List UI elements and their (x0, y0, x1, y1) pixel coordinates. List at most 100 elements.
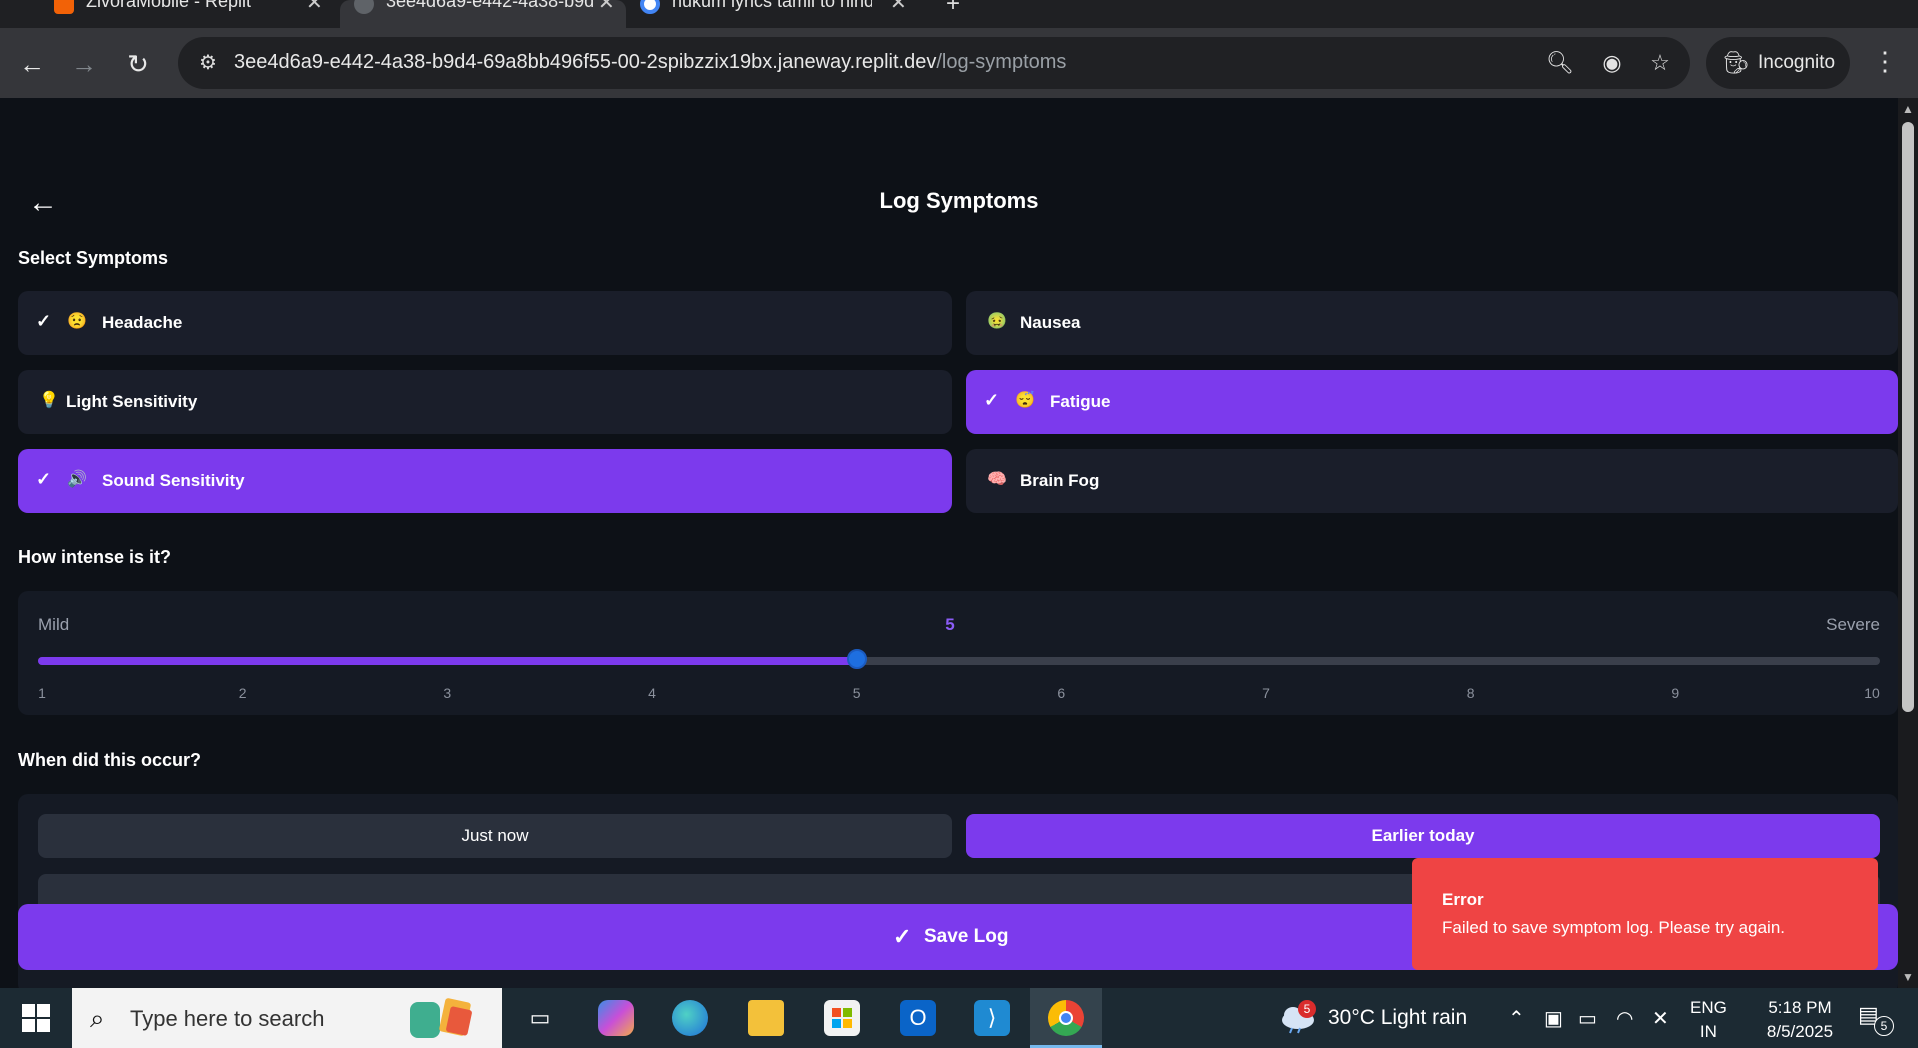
symptom-chip-nausea[interactable]: 🤢 Nausea (966, 291, 1898, 355)
clock[interactable]: 5:18 PM 8/5/2025 (1750, 996, 1850, 1044)
chrome-taskbar-button[interactable] (1030, 988, 1102, 1048)
error-toast[interactable]: Error Failed to save symptom log. Please… (1412, 858, 1878, 970)
time-option-earlier-today[interactable]: Earlier today (966, 814, 1880, 858)
page-content: ← Log Symptoms Select Symptoms ✓ 😟 Heada… (0, 98, 1898, 988)
tab-close-icon[interactable]: ✕ (306, 0, 323, 15)
tab-google[interactable]: hukum lyrics tamil to hindi - Go ✕ (626, 0, 926, 28)
notification-count: 5 (1874, 1016, 1894, 1036)
symptom-label: Fatigue (1050, 392, 1111, 411)
page-favicon-icon (354, 0, 374, 14)
vscode-icon[interactable]: ⟩ (974, 1000, 1010, 1036)
edge-browser-icon[interactable] (672, 1000, 708, 1036)
microsoft-store-icon[interactable] (824, 1000, 860, 1036)
incognito-icon: 🕵︎ (1722, 50, 1750, 75)
intensity-tick-label: 10 (1864, 685, 1880, 701)
check-icon: ✓ (36, 469, 52, 489)
lang-line-1: ENG (1690, 998, 1727, 1017)
volume-muted-icon[interactable]: ✕ (1652, 1006, 1669, 1031)
incognito-label: Incognito (1758, 52, 1836, 73)
forward-nav-icon[interactable]: → (66, 46, 102, 82)
reload-icon[interactable]: ↻ (120, 46, 156, 82)
intensity-tick-label: 9 (1671, 685, 1680, 701)
url-host: 3ee4d6a9-e442-4a38-b9d4-69a8bb496f55-00-… (234, 51, 937, 73)
browser-tab-strip: ZivoraMobile - Replit ✕ 3ee4d6a9-e442-4a… (0, 0, 1918, 28)
tab-close-icon[interactable]: ✕ (890, 0, 907, 15)
url-path: /log-symptoms (936, 51, 1067, 73)
bookmark-star-icon[interactable]: ☆ (1646, 49, 1674, 77)
check-icon: ✓ (893, 924, 912, 949)
eye-blocked-icon[interactable]: ◉ (1598, 49, 1626, 77)
speaker-emoji-icon: 🔊 (67, 471, 87, 488)
weather-text[interactable]: 30°C Light rain (1328, 1006, 1467, 1030)
intensity-value: 5 (945, 615, 955, 634)
outlook-icon[interactable]: O (900, 1000, 936, 1036)
page-scrollbar[interactable]: ▲ ▼ (1898, 98, 1918, 988)
tab-title: ZivoraMobile - Replit (86, 0, 252, 11)
windows-taskbar: ⌕ Type here to search ▭ O ⟩ 5 30°C Light… (0, 988, 1918, 1048)
symptom-label: Nausea (1020, 313, 1081, 332)
intensity-tick-label: 1 (38, 685, 46, 701)
intensity-max-label: Severe (1826, 615, 1880, 634)
tired-face-emoji-icon: 😴 (1015, 392, 1035, 409)
browser-menu-icon[interactable]: ⋮ (1872, 46, 1898, 77)
notification-center-icon[interactable]: ▤ 5 (1858, 1002, 1894, 1036)
symptom-chip-fatigue[interactable]: ✓ 😴 Fatigue (966, 370, 1898, 434)
intensity-tick-label: 7 (1262, 685, 1270, 701)
toast-title: Error (1442, 890, 1484, 909)
time-option-just-now[interactable]: Just now (38, 814, 952, 858)
task-view-icon[interactable]: ▭ (522, 1000, 558, 1036)
intensity-tick-label: 5 (852, 685, 861, 701)
google-favicon-icon (640, 0, 660, 14)
nauseated-face-emoji-icon: 🤢 (987, 313, 1007, 330)
intensity-tick-label: 3 (443, 685, 452, 701)
chevron-up-icon[interactable]: ⌃ (1508, 1006, 1525, 1031)
intensity-slider-track[interactable] (38, 657, 1880, 665)
copilot-icon[interactable] (598, 1000, 634, 1036)
symptom-chip-brain-fog[interactable]: 🧠 Brain Fog (966, 449, 1898, 513)
back-nav-icon[interactable]: ← (14, 46, 50, 82)
windows-start-icon[interactable] (22, 1004, 50, 1032)
intensity-slider-fill (38, 657, 857, 665)
browser-toolbar: ← → ↻ ⚙ 3ee4d6a9-e442-4a38-b9d4-69a8bb49… (0, 28, 1918, 98)
weather-badge: 5 (1298, 1000, 1316, 1018)
symptom-label: Light Sensitivity (66, 392, 198, 411)
intensity-min-label: Mild (38, 615, 70, 634)
language-indicator[interactable]: ENG IN (1690, 996, 1727, 1044)
intensity-slider-thumb[interactable] (846, 649, 867, 669)
symptom-chip-sound-sensitivity[interactable]: ✓ 🔊 Sound Sensitivity (18, 449, 952, 513)
incognito-badge[interactable]: 🕵︎ Incognito (1706, 37, 1850, 89)
search-highlight-illustration-icon (410, 998, 472, 1038)
taskbar-search-box[interactable]: ⌕ Type here to search (72, 988, 502, 1048)
clock-time: 5:18 PM (1768, 998, 1832, 1017)
url-text[interactable]: 3ee4d6a9-e442-4a38-b9d4-69a8bb496f55-00-… (234, 51, 1066, 74)
check-icon: ✓ (984, 390, 1000, 410)
intensity-tick-label: 4 (648, 685, 656, 701)
symptom-label: Sound Sensitivity (102, 471, 245, 490)
scrollbar-thumb[interactable] (1902, 122, 1914, 712)
site-info-icon[interactable]: ⚙ (196, 51, 220, 75)
intensity-heading: How intense is it? (18, 547, 172, 567)
new-tab-button[interactable]: + (946, 0, 960, 18)
scroll-down-arrow-icon[interactable]: ▼ (1902, 970, 1914, 984)
battery-icon[interactable]: ▭ (1578, 1006, 1597, 1031)
zoom-icon[interactable]: 🔍︎ (1546, 49, 1574, 77)
tab-title: hukum lyrics tamil to hindi - Go (672, 0, 872, 11)
wifi-icon[interactable]: ◠ (1616, 1006, 1633, 1031)
address-bar[interactable]: ⚙ 3ee4d6a9-e442-4a38-b9d4-69a8bb496f55-0… (178, 37, 1690, 89)
tab-close-icon[interactable]: ✕ (598, 0, 615, 15)
tab-replit[interactable]: ZivoraMobile - Replit ✕ (40, 0, 340, 28)
tab-current[interactable]: 3ee4d6a9-e442-4a38-b9d4-69a8 ✕ (340, 0, 626, 28)
symptom-chip-light-sensitivity[interactable]: 💡 Light Sensitivity (18, 370, 952, 434)
occurrence-heading: When did this occur? (18, 750, 201, 770)
replit-favicon-icon (54, 0, 74, 14)
symptom-label: Headache (102, 313, 183, 332)
symptom-chip-headache[interactable]: ✓ 😟 Headache (18, 291, 952, 355)
scroll-up-arrow-icon[interactable]: ▲ (1902, 102, 1914, 116)
check-icon: ✓ (36, 311, 52, 331)
meet-now-icon[interactable]: ▣ (1544, 1006, 1563, 1031)
clock-date: 8/5/2025 (1766, 1022, 1834, 1041)
save-log-label: Save Log (924, 926, 1009, 947)
toast-message: Failed to save symptom log. Please try a… (1442, 918, 1785, 937)
file-explorer-icon[interactable] (748, 1000, 784, 1036)
intensity-tick-label: 8 (1466, 685, 1475, 701)
